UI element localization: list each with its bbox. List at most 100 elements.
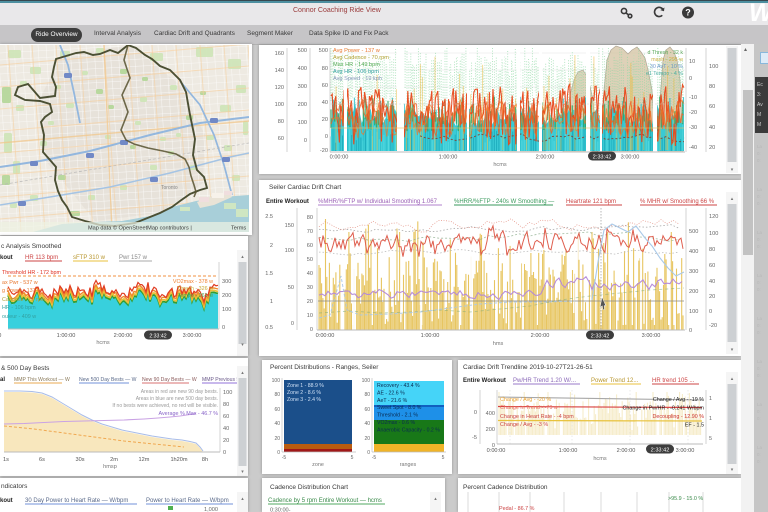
svg-text:100: 100 (362, 378, 371, 384)
svg-text:Power Trend 12...: Power Trend 12... (591, 378, 639, 384)
svg-text:La: La (757, 316, 763, 321)
svg-text:140: 140 (275, 68, 284, 74)
svg-text:0: 0 (474, 410, 477, 416)
svg-text:300: 300 (689, 269, 698, 275)
svg-text:160: 160 (275, 51, 284, 57)
svg-text:0: 0 (277, 450, 280, 456)
svg-text:0:: 0: (757, 237, 761, 242)
svg-text:60: 60 (307, 243, 313, 249)
svg-text:AeT - 21.6 %: AeT - 21.6 % (377, 398, 408, 404)
svg-text:1:00:00: 1:00:00 (559, 448, 578, 454)
svg-text:Change in Pw/HR - -0.241 W/bpm: Change in Pw/HR - -0.241 W/bpm (623, 406, 705, 412)
svg-text:Percent Distributions - Ranges: Percent Distributions - Ranges, Seiler (270, 364, 379, 371)
svg-text:Av: Av (757, 102, 763, 108)
svg-text:40: 40 (274, 421, 280, 427)
svg-text:Avg Cadence - 70 rpm: Avg Cadence - 70 rpm (333, 55, 389, 61)
svg-text:0:: 0: (757, 323, 761, 328)
svg-text:0.5: 0.5 (265, 325, 273, 331)
svg-text:60: 60 (278, 136, 284, 142)
svg-text:Avg Speed - 19 kph: Avg Speed - 19 kph (333, 76, 382, 82)
svg-text:-5: -5 (282, 455, 287, 461)
svg-text:40: 40 (364, 421, 370, 427)
svg-text:ax Pwr - 537 w: ax Pwr - 537 w (2, 280, 38, 286)
svg-text:200: 200 (222, 293, 231, 299)
svg-text:40: 40 (322, 100, 328, 106)
svg-text:100: 100 (298, 120, 307, 126)
svg-text:mash - 295 w: mash - 295 w (651, 57, 683, 63)
svg-text:20: 20 (322, 117, 328, 123)
svg-text:100: 100 (272, 378, 281, 384)
svg-text:80: 80 (322, 66, 328, 72)
svg-text:1: 1 (270, 299, 273, 305)
svg-text:150: 150 (285, 223, 294, 229)
svg-text:La: La (757, 273, 763, 278)
svg-text:kout: kout (0, 255, 13, 261)
svg-text:2:33:42: 2:33:42 (591, 334, 610, 340)
svg-text:>95.9 - 15.0 %: >95.9 - 15.0 % (668, 496, 703, 502)
svg-text:40: 40 (307, 271, 313, 277)
svg-text:30 AvT - 10 %: 30 AvT - 10 % (650, 64, 683, 70)
svg-text:0:: 0: (757, 416, 761, 421)
svg-text:2:33:42: 2:33:42 (651, 448, 670, 454)
svg-text:La: La (757, 445, 763, 450)
svg-text:g Power - 137 w: g Power - 137 w (2, 288, 41, 294)
svg-text:Cadence - 70 rpm: Cadence - 70 rpm (2, 297, 46, 303)
svg-text:60: 60 (709, 263, 715, 269)
svg-text:VO2max - 378 w: VO2max - 378 w (173, 279, 213, 285)
svg-text:2:00:00: 2:00:00 (617, 448, 636, 454)
svg-text:3:00:00: 3:00:00 (621, 155, 640, 161)
svg-text:0:30:00-: 0:30:00- (270, 508, 291, 512)
svg-text:0:: 0: (757, 373, 761, 378)
svg-text:c Analysis Smoothed: c Analysis Smoothed (1, 243, 62, 250)
svg-text:La: La (757, 359, 763, 364)
svg-text:VO2max - 0.6 %: VO2max - 0.6 % (377, 420, 415, 426)
svg-text:Entire Workout: Entire Workout (266, 199, 309, 205)
svg-text:hcms: hcms (593, 456, 607, 462)
svg-text:500: 500 (298, 48, 307, 54)
svg-text:Avg Power - 137 w: Avg Power - 137 w (333, 48, 381, 54)
svg-text:%MHR/%FTP w/ Individual Smooth: %MHR/%FTP w/ Individual Smoothing 1.067 (318, 199, 438, 205)
svg-text:MMP This Workout — W: MMP This Workout — W (14, 377, 70, 383)
svg-text:30s: 30s (75, 457, 84, 463)
svg-text:50: 50 (307, 257, 313, 263)
svg-text:Avg HR - 106 bpm: Avg HR - 106 bpm (333, 69, 379, 75)
svg-text:0: 0 (304, 138, 307, 144)
svg-text:Pedal - 86.7 %: Pedal - 86.7 % (499, 506, 535, 512)
svg-text:hcms: hcms (96, 340, 110, 346)
svg-text:Seiler Cardiac Drift Chart: Seiler Cardiac Drift Chart (269, 184, 341, 191)
svg-text:80: 80 (709, 84, 715, 90)
svg-text:Change / Avg - -19 %: Change / Avg - -19 % (653, 397, 704, 403)
svg-text:zone: zone (312, 462, 324, 468)
svg-text:Threshold HR - 172 bpm: Threshold HR - 172 bpm (2, 270, 62, 276)
svg-text:500: 500 (319, 48, 328, 54)
svg-text:1,000: 1,000 (204, 507, 218, 512)
svg-text:80: 80 (307, 215, 313, 221)
svg-text:La: La (757, 402, 763, 407)
svg-text:0:00:00: 0:00:00 (330, 155, 349, 161)
svg-text:Map data © OpenStreetMap contr: Map data © OpenStreetMap contributors | (88, 225, 192, 232)
svg-text:Decoupling - 12.90 %: Decoupling - 12.90 % (652, 414, 704, 420)
svg-text:1:00:00: 1:00:00 (439, 155, 458, 161)
svg-text:0:: 0: (757, 366, 761, 371)
svg-text:2:00:00: 2:00:00 (536, 155, 555, 161)
svg-text:300: 300 (222, 279, 231, 285)
svg-text:0: 0 (709, 309, 712, 315)
svg-text:Areas in red are new 90 day be: Areas in red are new 90 day bests. (141, 389, 218, 395)
svg-text:sFTP 310 w: sFTP 310 w (73, 255, 106, 261)
svg-text:La: La (757, 144, 763, 149)
svg-text:20: 20 (223, 438, 229, 444)
svg-text:d Thresh - 32 k: d Thresh - 32 k (647, 50, 683, 56)
svg-text:80: 80 (274, 392, 280, 398)
svg-text:-30: -30 (689, 125, 697, 131)
svg-text:100: 100 (689, 309, 698, 315)
svg-text:Anaerobic Capacity - 0.2 %: Anaerobic Capacity - 0.2 % (377, 427, 440, 433)
svg-text:3:: 3: (757, 92, 761, 98)
svg-text:Areas in blue are new 500 day: Areas in blue are new 500 day bests. (136, 396, 218, 402)
svg-text:M: M (757, 122, 761, 128)
svg-text:La: La (757, 187, 763, 192)
svg-text:0: 0 (689, 76, 692, 82)
svg-text:-5: -5 (472, 435, 477, 441)
svg-text:100: 100 (223, 390, 232, 396)
svg-text:0:00:00: 0:00:00 (0, 333, 1, 339)
svg-text:Percent Cadence Distribution: Percent Cadence Distribution (463, 484, 548, 491)
